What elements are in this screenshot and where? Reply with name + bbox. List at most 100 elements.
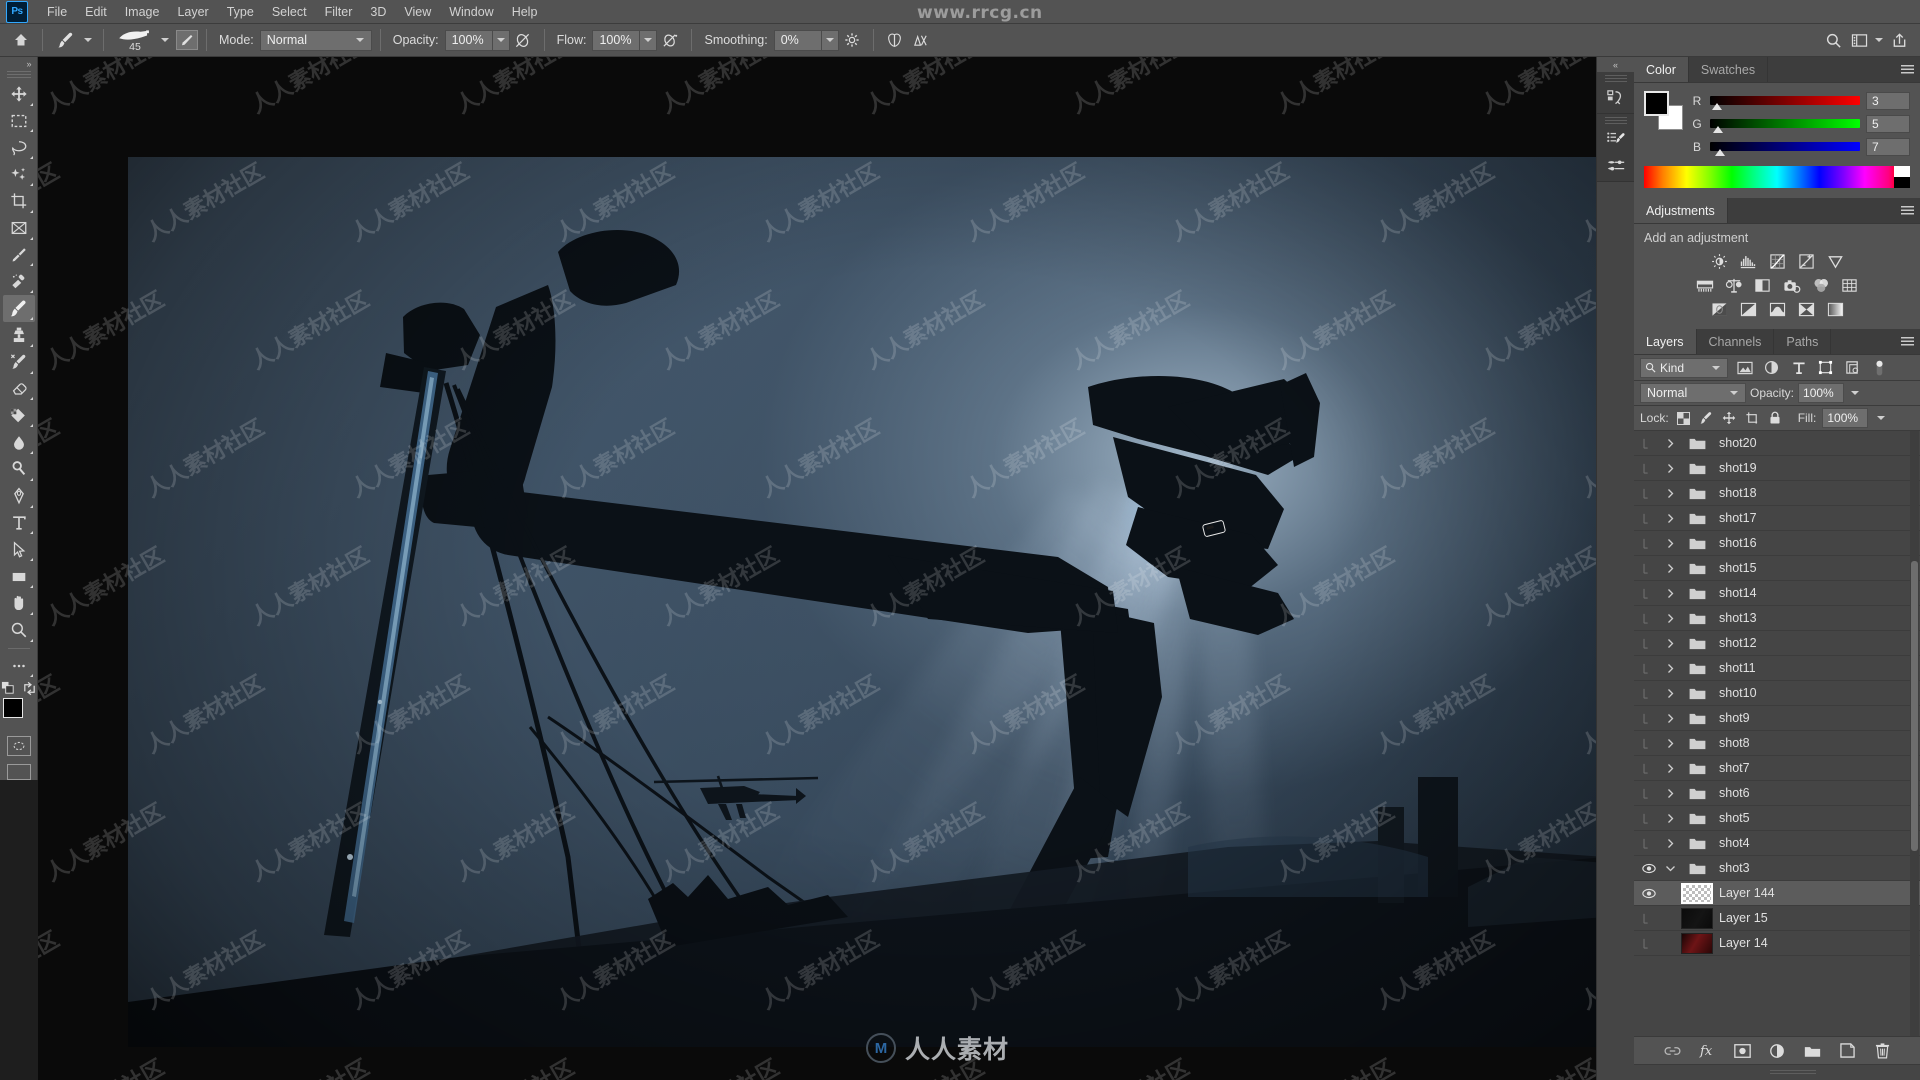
layer-visibility-eye-icon[interactable]	[1636, 863, 1662, 874]
flow-input[interactable]: 100%	[592, 29, 641, 51]
layer-row[interactable]: shot7	[1634, 756, 1920, 781]
layer-row[interactable]: shot8	[1634, 731, 1920, 756]
tool-dodge[interactable]	[3, 456, 35, 483]
swap-colors-icon[interactable]	[22, 681, 37, 696]
group-chevron-right-icon[interactable]	[1662, 713, 1678, 724]
tool-rectangular-marquee[interactable]	[3, 108, 35, 135]
new-layer-icon[interactable]	[1838, 1042, 1856, 1060]
color-panel-foreground-swatch[interactable]	[1644, 91, 1669, 116]
new-group-icon[interactable]	[1803, 1042, 1821, 1060]
color-lookup-icon[interactable]	[1840, 276, 1859, 295]
gradient-map-icon[interactable]	[1826, 300, 1845, 319]
workspace-chevron-down-icon[interactable]	[1875, 38, 1883, 42]
layer-row[interactable]: shot13	[1634, 606, 1920, 631]
toolbar-grip[interactable]	[6, 70, 31, 79]
group-chevron-right-icon[interactable]	[1662, 663, 1678, 674]
opacity-input[interactable]: 100%	[444, 29, 493, 51]
add-layer-style-icon[interactable]: fx	[1698, 1042, 1716, 1060]
current-tool-preset[interactable]	[51, 27, 95, 53]
lock-all-icon[interactable]	[1767, 409, 1784, 427]
layer-row[interactable]: shot14	[1634, 581, 1920, 606]
group-chevron-right-icon[interactable]	[1662, 463, 1678, 474]
layer-visibility-off-icon[interactable]	[1636, 913, 1662, 924]
red-slider-thumb[interactable]	[1711, 103, 1722, 110]
layer-visibility-off-icon[interactable]	[1636, 438, 1662, 449]
invert-icon[interactable]	[1710, 300, 1729, 319]
tab-adjustments[interactable]: Adjustments	[1634, 198, 1728, 223]
brush-settings-icon[interactable]	[1601, 126, 1631, 152]
layer-visibility-eye-icon[interactable]	[1636, 888, 1662, 899]
tool-object-selection[interactable]	[3, 161, 35, 188]
group-chevron-right-icon[interactable]	[1662, 788, 1678, 799]
spectrum-white-black-swatch[interactable]	[1894, 166, 1910, 188]
menu-filter[interactable]: Filter	[316, 1, 362, 23]
layer-row[interactable]: Layer 15	[1634, 906, 1920, 931]
tool-frame[interactable]	[3, 215, 35, 242]
group-chevron-right-icon[interactable]	[1662, 438, 1678, 449]
layer-row[interactable]: shot10	[1634, 681, 1920, 706]
filter-toggle-icon[interactable]	[1869, 358, 1890, 378]
menu-select[interactable]: Select	[263, 1, 316, 23]
layer-row[interactable]: shot15	[1634, 556, 1920, 581]
airbrush-toggle-icon[interactable]	[657, 27, 683, 53]
color-balance-icon[interactable]	[1724, 276, 1743, 295]
default-colors-icon[interactable]	[0, 681, 16, 696]
color-spectrum-ramp[interactable]	[1644, 166, 1910, 188]
layer-row[interactable]: shot6	[1634, 781, 1920, 806]
black-white-icon[interactable]	[1753, 276, 1772, 295]
blue-slider-thumb[interactable]	[1714, 149, 1725, 156]
vibrance-icon[interactable]	[1826, 252, 1845, 271]
canvas-area[interactable]: 人人素材社区 人人素材社区 人人素材社区 人人素材社区 人人素材社区 人人素材社区 人人素材…	[38, 57, 1634, 1080]
add-layer-mask-icon[interactable]	[1733, 1042, 1751, 1060]
tab-swatches[interactable]: Swatches	[1688, 57, 1769, 82]
menu-help[interactable]: Help	[503, 1, 547, 23]
layer-visibility-off-icon[interactable]	[1636, 813, 1662, 824]
layer-visibility-off-icon[interactable]	[1636, 713, 1662, 724]
history-icon[interactable]	[1601, 84, 1631, 110]
tool-crop[interactable]	[3, 188, 35, 215]
layer-visibility-off-icon[interactable]	[1636, 938, 1662, 949]
opacity-chevron-down-icon[interactable]	[492, 29, 510, 51]
layer-visibility-off-icon[interactable]	[1636, 613, 1662, 624]
lock-artboard-nesting-icon[interactable]	[1744, 409, 1761, 427]
blue-slider-track[interactable]	[1710, 142, 1860, 156]
adjustment-filter-icon[interactable]	[1761, 358, 1782, 378]
tool-brush[interactable]	[2, 295, 35, 322]
menu-file[interactable]: File	[38, 1, 76, 23]
layer-visibility-off-icon[interactable]	[1636, 688, 1662, 699]
layer-visibility-off-icon[interactable]	[1636, 538, 1662, 549]
layer-visibility-off-icon[interactable]	[1636, 588, 1662, 599]
blue-value-input[interactable]: 7	[1866, 137, 1910, 156]
layer-visibility-off-icon[interactable]	[1636, 788, 1662, 799]
menu-image[interactable]: Image	[116, 1, 169, 23]
smart-object-filter-icon[interactable]	[1842, 358, 1863, 378]
group-chevron-right-icon[interactable]	[1662, 588, 1678, 599]
photo-filter-icon[interactable]	[1782, 276, 1801, 295]
channel-mixer-icon[interactable]	[1811, 276, 1830, 295]
layer-blend-mode-select[interactable]: Normal	[1640, 383, 1746, 403]
tablet-pressure-icon[interactable]	[908, 27, 934, 53]
color-panel-swatches[interactable]	[1644, 91, 1684, 131]
layer-row[interactable]: shot19	[1634, 456, 1920, 481]
layer-visibility-off-icon[interactable]	[1636, 463, 1662, 474]
smoothing-input[interactable]: 0%	[773, 29, 822, 51]
document-artboard[interactable]	[128, 157, 1606, 1047]
workspace-switcher-icon[interactable]	[1846, 27, 1872, 53]
layer-opacity-input[interactable]: 100%	[1798, 383, 1845, 403]
menu-edit[interactable]: Edit	[76, 1, 116, 23]
tool-preset-chevron-down-icon[interactable]	[84, 38, 92, 42]
group-chevron-right-icon[interactable]	[1662, 813, 1678, 824]
pixel-filter-icon[interactable]	[1734, 358, 1755, 378]
tool-horizontal-type[interactable]	[3, 510, 35, 537]
lock-transparent-pixels-icon[interactable]	[1675, 409, 1692, 427]
tab-paths[interactable]: Paths	[1774, 329, 1832, 354]
link-layers-icon[interactable]	[1663, 1042, 1681, 1060]
layer-row[interactable]: shot3	[1634, 856, 1920, 881]
layer-list-scroll-thumb[interactable]	[1911, 561, 1918, 851]
tool-zoom[interactable]	[3, 617, 35, 644]
tool-path-selection[interactable]	[3, 536, 35, 563]
share-icon[interactable]	[1886, 27, 1912, 53]
group-chevron-right-icon[interactable]	[1662, 613, 1678, 624]
layer-visibility-off-icon[interactable]	[1636, 563, 1662, 574]
dock-grip-2[interactable]	[1604, 117, 1627, 124]
